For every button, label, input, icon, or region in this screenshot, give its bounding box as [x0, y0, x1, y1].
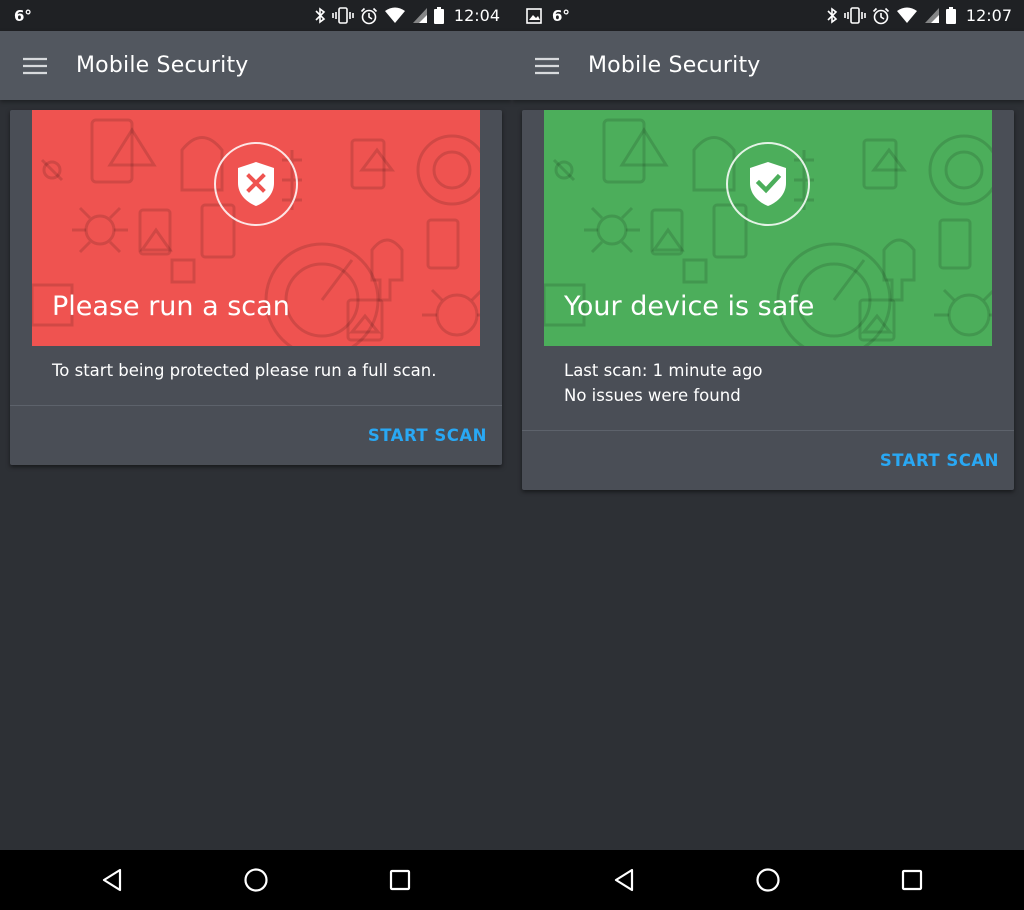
back-button[interactable] [40, 850, 184, 910]
status-bar: 6° 1 [512, 0, 1024, 31]
vibrate-icon [844, 7, 866, 25]
scan-status-card: Your device is safe Last scan: 1 minute … [522, 110, 1014, 490]
image-notification-icon [526, 7, 542, 25]
wifi-icon [384, 7, 406, 25]
start-scan-button[interactable]: START SCAN [368, 426, 487, 445]
status-time: 12:04 [453, 6, 500, 25]
shield-x-icon [238, 162, 274, 206]
recents-button[interactable] [840, 850, 984, 910]
hamburger-icon [23, 57, 47, 74]
weather-temperature: 6° [552, 6, 570, 25]
back-icon [614, 868, 634, 892]
signal-icon [412, 7, 428, 25]
navigation-bar [0, 850, 1024, 910]
menu-button[interactable] [22, 56, 48, 76]
phone-screen-unscanned: 6° 12:04 Mobile Security Please run a sc… [0, 0, 512, 850]
home-button[interactable] [184, 850, 328, 910]
recents-icon [389, 869, 411, 891]
status-hero: Your device is safe [544, 110, 992, 346]
recents-icon [901, 869, 923, 891]
body-line: To start being protected please run a fu… [52, 361, 437, 380]
menu-button[interactable] [534, 56, 560, 76]
home-button[interactable] [696, 850, 840, 910]
card-body: To start being protected please run a fu… [10, 346, 502, 395]
status-bar: 6° 1 [0, 0, 512, 31]
weather-temperature: 6° [14, 6, 32, 25]
home-icon [756, 868, 780, 892]
phone-screen-safe: 6° 12:07 Mobile Security Your device is … [512, 0, 1024, 850]
card-actions: START SCAN [10, 406, 502, 465]
shield-status-ring [214, 142, 298, 226]
back-button[interactable] [552, 850, 696, 910]
bluetooth-icon [314, 7, 326, 25]
card-body: Last scan: 1 minute ago No issues were f… [522, 346, 1014, 420]
status-hero: Please run a scan [32, 110, 480, 346]
battery-icon [945, 7, 956, 25]
issues-line: No issues were found [564, 386, 741, 405]
hero-title: Please run a scan [52, 291, 290, 322]
home-icon [244, 868, 268, 892]
app-bar: Mobile Security [512, 31, 1024, 100]
recents-button[interactable] [328, 850, 472, 910]
shield-check-icon [750, 162, 786, 206]
scan-status-card: Please run a scan To start being protect… [10, 110, 502, 465]
battery-icon [433, 7, 444, 25]
nav-group-right [512, 850, 1024, 910]
status-time: 12:07 [965, 6, 1012, 25]
card-actions: START SCAN [522, 431, 1014, 490]
vibrate-icon [332, 7, 354, 25]
app-title: Mobile Security [588, 53, 761, 78]
start-scan-button[interactable]: START SCAN [880, 451, 999, 470]
shield-status-ring [726, 142, 810, 226]
alarm-icon [360, 7, 378, 25]
last-scan-line: Last scan: 1 minute ago [564, 361, 763, 380]
hamburger-icon [535, 57, 559, 74]
signal-icon [924, 7, 940, 25]
hero-title: Your device is safe [564, 291, 815, 322]
nav-group-left [0, 850, 512, 910]
alarm-icon [872, 7, 890, 25]
app-title: Mobile Security [76, 53, 249, 78]
app-bar: Mobile Security [0, 31, 512, 100]
back-icon [102, 868, 122, 892]
bluetooth-icon [826, 7, 838, 25]
wifi-icon [896, 7, 918, 25]
